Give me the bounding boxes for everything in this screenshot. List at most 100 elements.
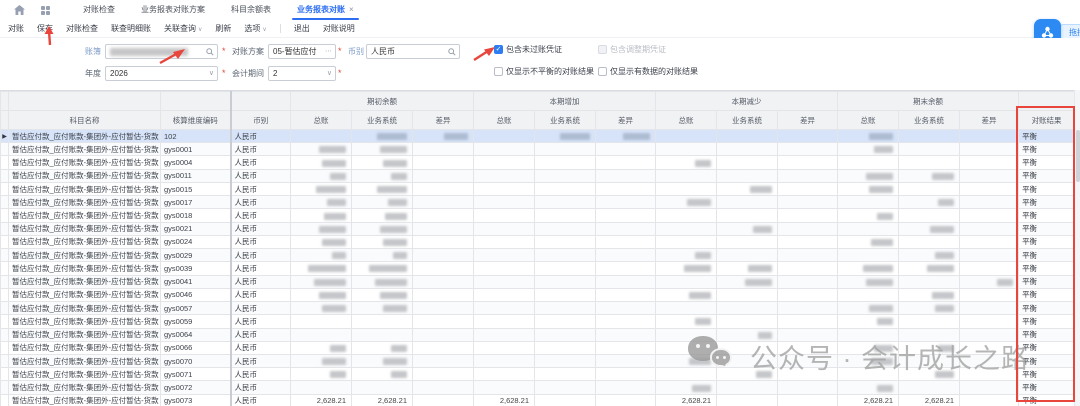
amount-cell[interactable] xyxy=(838,262,899,275)
amount-cell[interactable] xyxy=(474,302,535,315)
amount-cell[interactable] xyxy=(291,196,352,209)
table-row[interactable]: 暂估应付款_应付账款-集团外-应付暂估-货款gys0029人民币平衡 xyxy=(1,249,1075,262)
amount-cell[interactable] xyxy=(778,235,838,248)
amount-cell[interactable] xyxy=(656,381,717,394)
amount-cell[interactable] xyxy=(474,354,535,367)
amount-cell[interactable] xyxy=(656,130,717,143)
amount-cell[interactable] xyxy=(352,130,413,143)
amount-cell[interactable] xyxy=(717,182,778,195)
amount-cell[interactable] xyxy=(656,368,717,381)
recon-result-cell[interactable]: 平衡 xyxy=(1019,394,1075,406)
amount-cell[interactable] xyxy=(413,156,474,169)
amount-cell[interactable] xyxy=(535,394,596,406)
amount-cell[interactable] xyxy=(474,156,535,169)
amount-cell[interactable] xyxy=(535,262,596,275)
amount-cell[interactable] xyxy=(474,235,535,248)
amount-cell[interactable] xyxy=(717,368,778,381)
subject-name-cell[interactable]: 暂估应付款_应付账款-集团外-应付暂估-货款 xyxy=(9,262,161,275)
amount-cell[interactable] xyxy=(535,235,596,248)
table-row[interactable]: 暂估应付款_应付账款-集团外-应付暂估-货款gys0015人民币平衡 xyxy=(1,182,1075,195)
amount-cell[interactable] xyxy=(352,328,413,341)
checkbox-2[interactable]: 仅显示不平衡的对账结果 xyxy=(494,66,594,77)
recon-plan-input[interactable]: 05-暂估应付 ⋯ xyxy=(268,44,336,59)
currency-cell[interactable]: 人民币 xyxy=(231,354,291,367)
table-row[interactable]: 暂估应付款_应付账款-集团外-应付暂估-货款gys0004人民币平衡 xyxy=(1,156,1075,169)
recon-result-cell[interactable]: 平衡 xyxy=(1019,262,1075,275)
amount-cell[interactable] xyxy=(352,315,413,328)
amount-cell[interactable] xyxy=(717,381,778,394)
table-row[interactable]: 暂估应付款_应付账款-集团外-应付暂估-货款gys0071人民币平衡 xyxy=(1,368,1075,381)
recon-result-cell[interactable]: 平衡 xyxy=(1019,209,1075,222)
amount-cell[interactable] xyxy=(535,209,596,222)
amount-cell[interactable] xyxy=(656,328,717,341)
home-icon[interactable] xyxy=(14,5,25,15)
amount-cell[interactable] xyxy=(778,288,838,301)
recon-result-cell[interactable]: 平衡 xyxy=(1019,302,1075,315)
amount-cell[interactable] xyxy=(474,381,535,394)
amount-cell[interactable] xyxy=(838,302,899,315)
amount-cell[interactable] xyxy=(899,143,960,156)
amount-cell[interactable] xyxy=(352,288,413,301)
dimension-code-cell[interactable]: gys0066 xyxy=(161,341,231,354)
amount-cell[interactable] xyxy=(596,169,656,182)
amount-cell[interactable] xyxy=(352,262,413,275)
currency-cell[interactable]: 人民币 xyxy=(231,143,291,156)
amount-cell[interactable] xyxy=(291,288,352,301)
amount-cell[interactable] xyxy=(717,341,778,354)
amount-cell[interactable] xyxy=(960,341,1019,354)
dimension-code-cell[interactable]: gys0064 xyxy=(161,328,231,341)
subject-name-cell[interactable]: 暂估应付款_应付账款-集团外-应付暂估-货款 xyxy=(9,196,161,209)
amount-cell[interactable] xyxy=(535,143,596,156)
amount-cell[interactable] xyxy=(899,354,960,367)
amount-cell[interactable] xyxy=(717,275,778,288)
amount-cell[interactable] xyxy=(960,354,1019,367)
toolbar-button-6[interactable]: 选项∨ xyxy=(244,23,266,34)
amount-cell[interactable] xyxy=(656,302,717,315)
amount-cell[interactable] xyxy=(838,328,899,341)
amount-cell[interactable] xyxy=(838,196,899,209)
subject-name-cell[interactable]: 暂估应付款_应付账款-集团外-应付暂估-货款 xyxy=(9,209,161,222)
amount-cell[interactable] xyxy=(656,143,717,156)
amount-cell[interactable] xyxy=(596,222,656,235)
currency-cell[interactable]: 人民币 xyxy=(231,130,291,143)
amount-cell[interactable] xyxy=(838,182,899,195)
amount-cell[interactable] xyxy=(778,341,838,354)
amount-cell[interactable] xyxy=(413,275,474,288)
amount-cell[interactable] xyxy=(717,222,778,235)
subject-name-cell[interactable]: 暂估应付款_应付账款-集团外-应付暂估-货款 xyxy=(9,341,161,354)
recon-result-cell[interactable]: 平衡 xyxy=(1019,328,1075,341)
recon-result-cell[interactable]: 平衡 xyxy=(1019,169,1075,182)
amount-cell[interactable] xyxy=(960,182,1019,195)
subject-name-cell[interactable]: 暂估应付款_应付账款-集团外-应付暂估-货款 xyxy=(9,288,161,301)
dimension-code-cell[interactable]: gys0011 xyxy=(161,169,231,182)
amount-cell[interactable] xyxy=(778,196,838,209)
amount-cell[interactable] xyxy=(352,209,413,222)
amount-cell[interactable] xyxy=(838,209,899,222)
tab-3[interactable]: 业务报表对账× xyxy=(284,0,367,20)
amount-cell[interactable] xyxy=(535,381,596,394)
dimension-code-cell[interactable]: gys0015 xyxy=(161,182,231,195)
amount-cell[interactable] xyxy=(778,209,838,222)
checkbox-0[interactable]: ✓包含未过账凭证 xyxy=(494,44,562,55)
currency-cell[interactable]: 人民币 xyxy=(231,368,291,381)
subject-name-cell[interactable]: 暂估应付款_应付账款-集团外-应付暂估-货款 xyxy=(9,328,161,341)
scrollbar-thumb[interactable] xyxy=(1076,130,1080,182)
dimension-code-cell[interactable]: gys0021 xyxy=(161,222,231,235)
amount-cell[interactable] xyxy=(535,315,596,328)
subject-name-cell[interactable]: 暂估应付款_应付账款-集团外-应付暂估-货款 xyxy=(9,315,161,328)
recon-result-cell[interactable]: 平衡 xyxy=(1019,182,1075,195)
amount-cell[interactable] xyxy=(778,275,838,288)
table-row[interactable]: 暂估应付款_应付账款-集团外-应付暂估-货款gys0039人民币平衡 xyxy=(1,262,1075,275)
amount-cell[interactable] xyxy=(291,222,352,235)
amount-cell[interactable] xyxy=(413,354,474,367)
amount-cell[interactable] xyxy=(596,381,656,394)
amount-cell[interactable] xyxy=(899,156,960,169)
amount-cell[interactable] xyxy=(778,130,838,143)
recon-result-cell[interactable]: 平衡 xyxy=(1019,288,1075,301)
amount-cell[interactable] xyxy=(717,235,778,248)
toolbar-button-8[interactable]: 对账说明 xyxy=(323,23,355,34)
subject-name-cell[interactable]: 暂估应付款_应付账款-集团外-应付暂估-货款 xyxy=(9,249,161,262)
amount-cell[interactable] xyxy=(838,235,899,248)
amount-cell[interactable] xyxy=(838,381,899,394)
subject-name-cell[interactable]: 暂估应付款_应付账款-集团外-应付暂估-货款 xyxy=(9,354,161,367)
